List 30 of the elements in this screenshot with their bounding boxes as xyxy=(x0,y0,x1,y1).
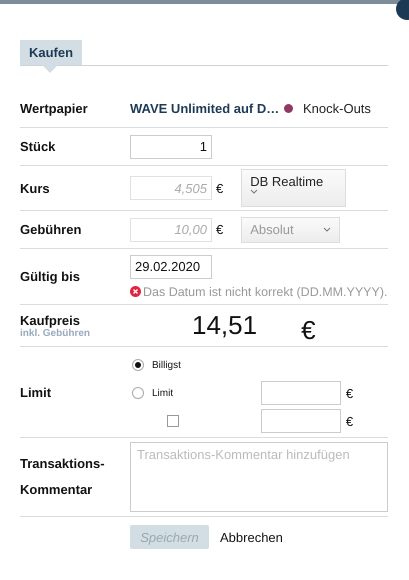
error-icon xyxy=(130,286,141,297)
chevron-icon xyxy=(323,227,332,232)
currency-label: € xyxy=(346,386,354,400)
currency-label: € xyxy=(346,414,354,428)
radio-option[interactable]: Limit xyxy=(130,381,181,405)
security-link[interactable]: WAVE Unlimited auf D… xyxy=(130,101,280,116)
field-label: Kurs xyxy=(20,180,51,196)
field-label: Wertpapier xyxy=(20,101,89,116)
checkbox[interactable] xyxy=(167,415,179,427)
field-sublabel: inkl. Gebühren xyxy=(20,328,92,338)
field-label: Kaufpreis xyxy=(20,312,80,328)
radio-option[interactable]: Billigst xyxy=(130,353,181,377)
chevron-icon xyxy=(250,189,258,194)
field-label: Transaktions-Kommentar xyxy=(20,455,106,499)
cancel-button[interactable]: Abbrechen xyxy=(220,525,283,549)
category-label: Knock-Outs xyxy=(303,101,371,116)
comment-field[interactable]: Transaktions-Kommentar hinzufügen xyxy=(130,442,388,512)
total-price: 14,51 xyxy=(192,310,258,341)
date-field[interactable]: 29.02.2020 xyxy=(130,254,212,278)
currency-label: € xyxy=(216,180,224,196)
currency-label: € xyxy=(216,222,224,237)
currency-label: € xyxy=(301,315,316,346)
stop-field[interactable] xyxy=(260,409,341,433)
limit-field[interactable] xyxy=(260,381,341,405)
quantity-field[interactable]: 1 xyxy=(130,134,212,158)
error-message: Das Datum ist nicht korrekt (DD.MM.YYYY). xyxy=(143,284,388,298)
field-label: Gültig bis xyxy=(20,269,81,284)
field-label: Limit xyxy=(20,384,52,400)
field-label: Gebühren xyxy=(20,222,82,237)
field-label: Stück xyxy=(20,139,56,154)
